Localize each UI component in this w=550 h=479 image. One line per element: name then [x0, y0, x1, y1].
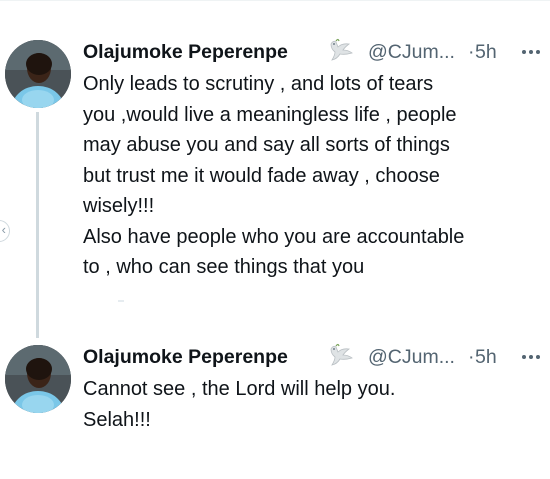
avatar-image: [5, 345, 71, 413]
tweet-text-line: Cannot see , the Lord will help you.: [83, 378, 396, 400]
timestamp[interactable]: 5h: [475, 346, 497, 369]
dove-icon: [327, 343, 355, 369]
avatar[interactable]: [5, 40, 71, 108]
avatar-image: [5, 40, 71, 108]
edge-nav-button[interactable]: ‹: [0, 220, 10, 242]
thread-connector-line: [36, 112, 39, 338]
separator-dot: ·: [468, 41, 475, 63]
tweet-text: Cannot see , the Lord will help you. Sel…: [83, 374, 545, 435]
chevron-left-icon: ‹: [1, 222, 6, 237]
divider-mark: [118, 300, 124, 302]
dove-icon: [327, 38, 355, 64]
tweet-text-line: but trust me it would fade away , choose: [83, 164, 440, 187]
avatar[interactable]: [5, 345, 71, 413]
tweet-text-line: Only leads to scrutiny , and lots of tea…: [83, 73, 434, 95]
tweet-text-line: to , who can see things that you: [83, 256, 365, 278]
tweet-text-line: may abuse you and say all sorts of thing…: [83, 134, 450, 156]
user-handle[interactable]: @CJum...: [368, 346, 455, 369]
more-icon[interactable]: [515, 42, 545, 62]
display-name[interactable]: Olajumoke Peperenpe: [83, 41, 288, 64]
top-divider: [0, 0, 550, 1]
tweet-text-line: Also have people who you are accountable: [83, 225, 465, 248]
tweet-header: Olajumoke Peperenpe @CJum... · 5h: [83, 38, 548, 66]
tweet-text-line: wisely!!!: [83, 195, 155, 217]
separator-dot: ·: [468, 346, 475, 368]
tweet-text: Only leads to scrutiny , and lots of tea…: [83, 69, 545, 283]
tweet-text-line: Selah!!!: [83, 408, 151, 431]
user-handle[interactable]: @CJum...: [368, 41, 455, 64]
timestamp[interactable]: 5h: [475, 41, 497, 64]
tweet-header: Olajumoke Peperenpe @CJum... · 5h: [83, 343, 548, 371]
tweet-text-line: you ,would live a meaningless life , peo…: [83, 103, 457, 126]
display-name[interactable]: Olajumoke Peperenpe: [83, 346, 288, 369]
more-icon[interactable]: [515, 347, 545, 367]
